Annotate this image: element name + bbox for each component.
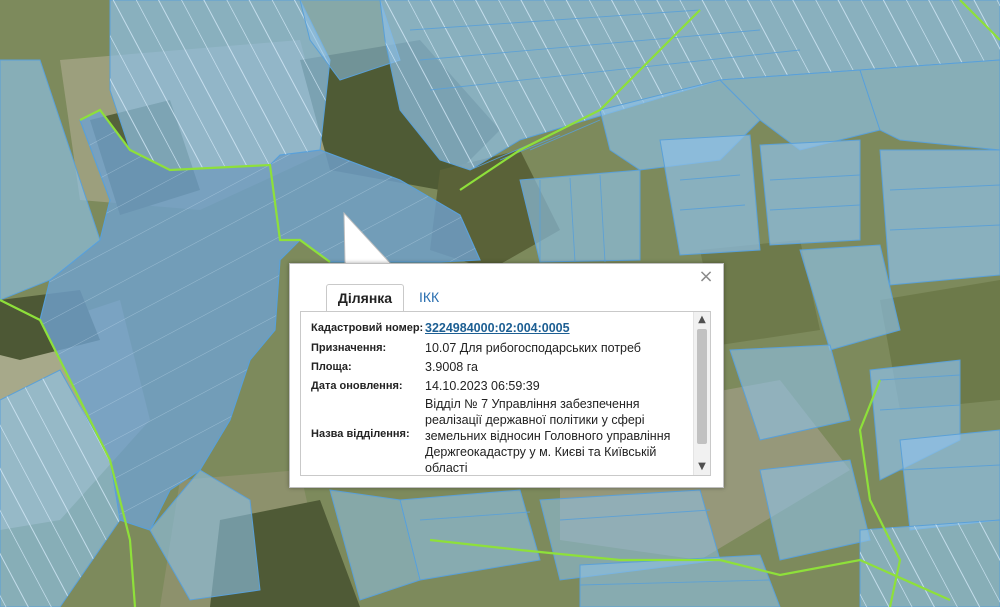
parcel[interactable] (519, 169, 641, 263)
parcel-info-popup: × Ділянка ІКК Кадастровий номер: 3224984… (289, 263, 724, 488)
parcel[interactable] (899, 429, 1000, 531)
row-area: Площа: 3.9008 га (301, 359, 696, 375)
row-label: Призначення: (311, 342, 387, 354)
scroll-up-icon[interactable]: ▲ (694, 312, 710, 328)
cadastral-number-link[interactable]: 3224984000:02:004:0005 (425, 321, 570, 335)
row-value: Відділ № 7 Управління забезпечення реалі… (425, 397, 671, 475)
row-label: Площа: (311, 361, 352, 373)
parcel[interactable] (759, 139, 861, 246)
scrollbar[interactable]: ▲ ▼ (693, 312, 710, 475)
scroll-thumb[interactable] (697, 329, 707, 444)
close-icon[interactable]: × (698, 268, 714, 286)
row-label: Дата оновлення: (311, 380, 403, 392)
row-value: 10.07 Для рибогосподарських потреб (425, 341, 641, 355)
tab-ikk[interactable]: ІКК (419, 284, 439, 311)
row-purpose: Призначення: 10.07 Для рибогосподарських… (301, 340, 696, 356)
parcel[interactable] (110, 0, 330, 170)
row-label: Назва відділення: (311, 428, 410, 440)
row-department: Назва відділення: Відділ № 7 Управління … (301, 396, 696, 475)
row-value: 3.9008 га (425, 360, 478, 374)
tab-parcel[interactable]: Ділянка (326, 284, 404, 311)
parcel[interactable] (860, 520, 1000, 607)
parcel-details-panel[interactable]: Кадастровий номер: 3224984000:02:004:000… (300, 311, 711, 476)
row-value: 3224984000:02:004:0005 (425, 320, 693, 336)
row-update-date: Дата оновлення: 14.10.2023 06:59:39 (301, 378, 696, 394)
row-cadastral-number: Кадастровий номер: 3224984000:02:004:000… (301, 320, 696, 336)
parcel[interactable] (879, 149, 1000, 286)
row-value: 14.10.2023 06:59:39 (425, 379, 540, 393)
scroll-down-icon[interactable]: ▼ (694, 459, 710, 475)
row-label: Кадастровий номер: (311, 322, 424, 334)
